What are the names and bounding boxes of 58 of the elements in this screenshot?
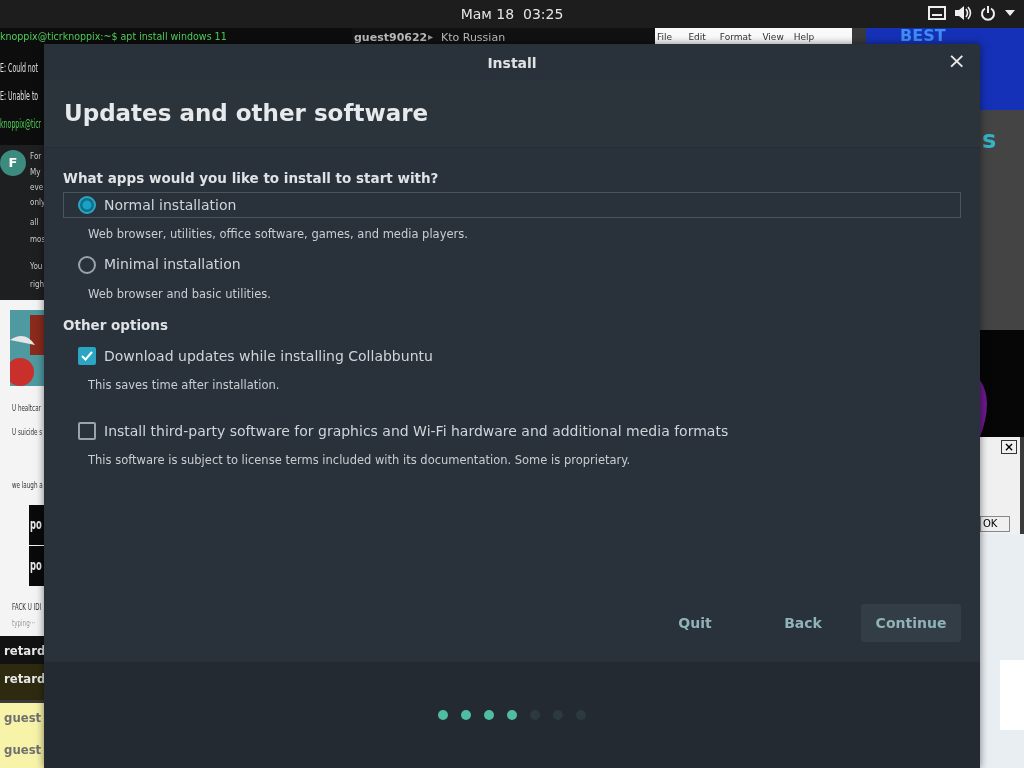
question-label: What apps would you like to install to start with?: [63, 169, 439, 188]
message-text: FACK U IDI: [12, 604, 42, 612]
message-text: we laugh a: [12, 482, 43, 490]
message-text: You: [30, 262, 43, 271]
message-block: [29, 505, 44, 545]
message-text: mos: [30, 235, 46, 244]
message-text: righ: [30, 280, 45, 289]
menu-item[interactable]: View: [762, 33, 784, 42]
menu-item[interactable]: Help: [793, 33, 815, 42]
terminal-line: E: Could not: [0, 62, 39, 74]
message-block: [29, 546, 44, 586]
section-heading: Other options: [63, 315, 168, 335]
close-button[interactable]: ×: [1001, 440, 1018, 454]
menu-item[interactable]: Format: [719, 33, 752, 42]
page-heading: Updates and other software: [64, 100, 429, 128]
terminal-line: knoppix@ticrknoppix:~$ apt install windows 11: [0, 32, 227, 42]
window-title: Install: [487, 54, 537, 73]
option-description: This software is subject to license terms included with its documentation. Some is proprietary.: [87, 452, 631, 470]
message-text: all: [30, 218, 39, 227]
check-icon: [81, 351, 93, 361]
message-text: po: [30, 517, 42, 531]
ok-button[interactable]: OK: [980, 516, 1011, 532]
terminal-line: E: Unable to: [0, 90, 39, 102]
chat-topic: Kto Russian: [441, 32, 506, 43]
checkbox-option[interactable]: Download updates while installing Collabbuntu: [63, 343, 961, 369]
clock[interactable]: Мам 18 03:25: [460, 6, 564, 22]
user-name: guest90622: [354, 32, 428, 43]
radio-option[interactable]: Normal installation: [63, 192, 961, 219]
message-text: For: [30, 152, 42, 161]
option-description: Web browser and basic utilities.: [87, 285, 271, 303]
menu-item[interactable]: File: [657, 33, 673, 42]
user-name: guest: [4, 743, 42, 756]
message-text: eve: [30, 183, 44, 192]
wizard-button[interactable]: Back: [753, 604, 853, 642]
banner-text: BEST: [900, 28, 946, 44]
message-text: typing···: [12, 620, 36, 628]
power-icon[interactable]: [980, 5, 996, 21]
message-text: U suicide s: [12, 429, 43, 437]
volume-icon[interactable]: [954, 5, 972, 21]
text-label: s: [982, 128, 997, 152]
wizard-button[interactable]: Continue: [861, 604, 961, 642]
wizard-button[interactable]: Quit: [645, 604, 745, 642]
option-description: Web browser, utilities, office software, games, and media players.: [87, 226, 468, 244]
message-text: My: [30, 168, 41, 177]
user-name: retard: [4, 672, 46, 685]
terminal-line: knoppix@ticr: [0, 118, 42, 130]
caret-icon[interactable]: [1004, 9, 1016, 17]
close-button[interactable]: ×: [941, 48, 972, 74]
menu-item[interactable]: Edit: [688, 33, 706, 42]
message-text: po: [30, 558, 42, 572]
network-icon[interactable]: [928, 5, 946, 21]
radio-option[interactable]: Minimal installation: [63, 251, 961, 278]
arrow-icon: ▸: [428, 32, 434, 42]
checkbox-option[interactable]: Install third-party software for graphics and Wi-Fi hardware and additional media formats: [63, 418, 961, 445]
message-text: U healtcar: [12, 405, 41, 413]
user-name: retard: [4, 644, 46, 657]
option-description: This saves time after installation.: [87, 377, 280, 394]
user-name: guest: [4, 711, 42, 724]
